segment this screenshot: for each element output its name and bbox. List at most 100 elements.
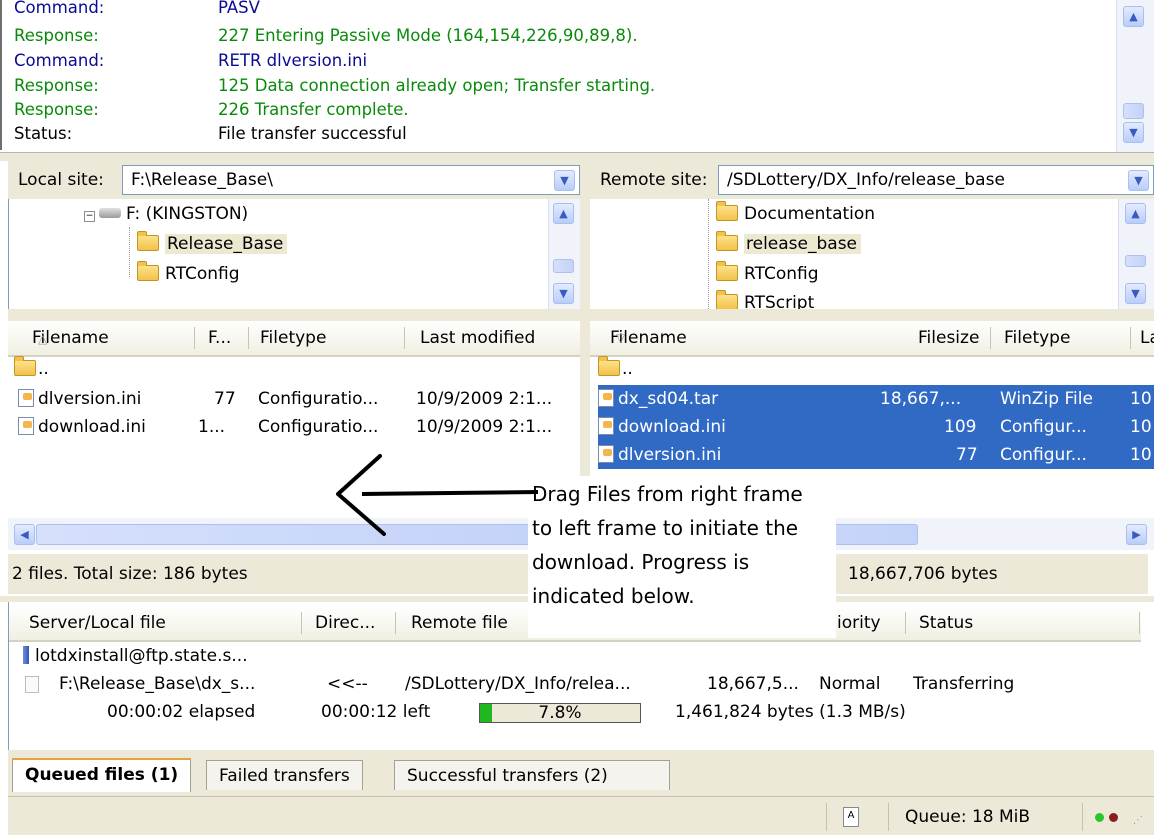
config-file-icon [18,417,34,435]
tree-folder-release-base[interactable]: release_base [716,231,862,257]
file-modified: 10 [1130,445,1152,465]
col-separator[interactable] [1139,612,1140,634]
config-file-icon [598,417,614,435]
file-size: 77 [214,389,236,409]
splitter[interactable] [590,309,1154,321]
col-separator[interactable] [301,612,302,634]
tree-folder-label: Release_Base [165,234,288,254]
col-separator[interactable] [395,612,396,634]
tree-folder-release-base[interactable]: Release_Base [137,231,288,257]
col-filesize[interactable]: F... [208,321,231,355]
tree-folder-rtconfig[interactable]: RTConfig [137,261,240,287]
chevron-down-icon[interactable]: ▼ [1128,170,1149,191]
remote-tree[interactable]: Documentation release_base RTConfig RTSc… [590,199,1118,309]
splitter[interactable] [8,309,580,321]
col-filetype[interactable]: Filetype [1004,321,1070,355]
col-separator[interactable] [990,327,991,349]
folder-icon [716,231,738,251]
file-name: dlversion.ini [38,389,142,409]
list-item[interactable]: .. [598,355,633,383]
chevron-down-icon[interactable]: ▼ [1123,122,1144,143]
col-separator[interactable] [194,327,195,349]
sort-descending-icon: ▽ [616,331,626,345]
col-separator[interactable] [404,327,405,349]
server-name: lotdxinstall@ftp.state.s... [35,646,248,666]
tree-folder-label: Documentation [744,204,876,224]
table-row[interactable]: download.ini 1... Configuratio... 10/9/2… [18,413,578,441]
annotation-line: indicated below. [532,584,695,608]
remote-site-bar: Remote site: /SDLottery/DX_Info/release_… [590,161,1154,199]
col-modified[interactable]: La [1140,321,1154,355]
col-filesize[interactable]: Filesize [918,321,979,355]
list-item[interactable]: .. [14,355,49,383]
local-tree[interactable]: − F: (KINGSTON) Release_Base RTConfig [8,199,548,309]
unknown-folder-icon [716,201,738,221]
time-left: 00:00:12 left [321,702,431,722]
chevron-down-icon[interactable]: ▼ [554,170,575,191]
receive-led-icon [1095,813,1104,822]
tab-successful-transfers[interactable]: Successful transfers (2) [394,760,670,790]
table-row[interactable]: download.ini 109 Configur... 10 [598,413,1154,441]
table-row[interactable]: dlversion.ini 77 Configur... 10 [598,441,1154,469]
file-type: Configuratio... [258,389,379,409]
col-separator[interactable] [905,612,906,634]
remote-path-value: /SDLottery/DX_Info/release_base [727,170,1005,190]
local-path-combo[interactable]: F:\Release_Base\ ▼ [122,165,580,195]
table-row[interactable]: dx_sd04.tar 18,667,... WinZip File 10 [598,385,1154,413]
col-remote-file[interactable]: Remote file [411,606,508,640]
local-list-header: Filename △ F... Filetype Last modified [8,321,580,357]
chevron-down-icon[interactable]: ▼ [1125,283,1146,304]
col-filetype[interactable]: Filetype [260,321,326,355]
col-priority[interactable]: iority [837,606,881,640]
time-elapsed: 00:00:02 elapsed [107,702,256,722]
col-separator[interactable] [248,327,249,349]
col-status[interactable]: Status [919,606,973,640]
queue-size-status: Queue: 18 MiB [888,803,1078,831]
scroll-thumb[interactable] [553,259,574,273]
table-row[interactable]: dlversion.ini 77 Configuratio... 10/9/20… [18,385,578,413]
queue-local-file: F:\Release_Base\dx_s... [59,674,256,694]
tree-folder-rtconfig[interactable]: RTConfig [716,261,819,287]
tree-drive-label: F: (KINGSTON) [126,204,249,224]
tab-failed-transfers[interactable]: Failed transfers [206,760,363,790]
status-cell: ⋰ [1082,803,1154,831]
chevron-left-icon[interactable]: ◀ [14,524,35,545]
folder-icon [598,356,620,376]
local-tree-scrollbar[interactable]: ▲ ▼ [548,199,580,309]
local-status: 2 files. Total size: 186 bytes [8,554,580,594]
col-separator[interactable] [1130,327,1131,349]
collapse-icon[interactable]: − [84,211,95,222]
queue-item-row[interactable]: F:\Release_Base\dx_s... <<-- /SDLottery/… [9,670,1139,698]
col-direction[interactable]: Direc... [315,606,375,640]
resize-grip-icon[interactable]: ⋰ [1133,815,1143,826]
col-server-local[interactable]: Server/Local file [29,606,166,640]
log-scrollbar[interactable]: ▲ ▼ [1116,0,1154,152]
progress-percent: 7.8% [538,703,582,723]
remote-path-combo[interactable]: /SDLottery/DX_Info/release_base ▼ [718,165,1154,195]
config-file-icon [598,445,614,463]
splitter[interactable] [0,152,1154,161]
tree-folder-documentation[interactable]: Documentation [716,201,875,227]
file-size: 1... [198,417,226,437]
file-icon [25,676,39,693]
queue-remote-file: /SDLottery/DX_Info/relea... [405,674,631,694]
chevron-up-icon[interactable]: ▲ [553,203,574,224]
server-icon [23,646,29,664]
message-log[interactable]: Command: PASV Response: 227 Entering Passi… [0,0,1116,150]
col-modified[interactable]: Last modified [420,321,535,355]
chevron-down-icon[interactable]: ▼ [553,283,574,304]
chevron-up-icon[interactable]: ▲ [1125,203,1146,224]
queue-server-row[interactable]: lotdxinstall@ftp.state.s... [23,642,248,670]
annotation-arrow [336,454,539,536]
col-filename[interactable]: Filename △ [32,321,109,356]
tree-folder-rtscript[interactable]: RTScript [716,290,814,309]
tab-queued-files[interactable]: Queued files (1) [12,758,192,792]
log-scroll-thumb[interactable] [1123,103,1144,119]
tree-drive[interactable]: − F: (KINGSTON) [84,201,248,227]
scroll-thumb[interactable] [1125,255,1146,267]
chevron-right-icon[interactable]: ▶ [1126,524,1147,545]
file-size: 18,667,... [880,389,962,409]
chevron-up-icon[interactable]: ▲ [1123,6,1144,27]
tree-line [708,199,709,309]
remote-tree-scrollbar[interactable]: ▲ ▼ [1118,199,1154,309]
